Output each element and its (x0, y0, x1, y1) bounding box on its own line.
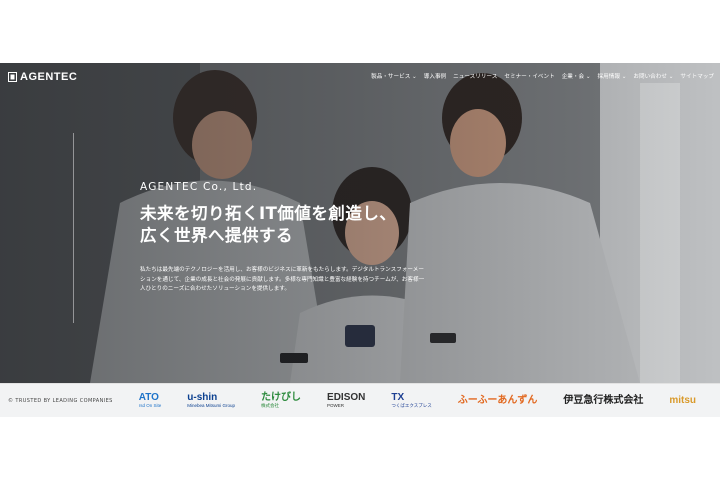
logo-text: AGENTEC (20, 71, 78, 83)
partner-logo-sub: POWER (327, 403, 345, 408)
main-menu: 製品・サービス ⌄ 導入事例 ニュースリリース セミナー・イベント 企業・会 ⌄… (371, 72, 714, 80)
partner-logo-main: mitsu (669, 394, 697, 406)
hero-headline: 未来を切り拓くIT価値を創造し、 広く世界へ提供する (140, 203, 396, 247)
partner-logo-sub: rsd On Site (138, 403, 162, 408)
hero-description: 私たちは最先端のテクノロジーを活用し、お客様のビジネスに革新をもたらします。デジ… (140, 266, 460, 295)
partner-logo: TX つくばエクスプレス (391, 391, 432, 409)
partner-logo-main: EDISON (327, 392, 366, 403)
desc-line-2: ションを通じて、企業の成長と社会の発展に貢献します。多様な専門知識と豊富な経験を… (140, 276, 425, 283)
site-logo[interactable]: AGENTEC (8, 71, 77, 83)
trusted-label: © TRUSTED BY LEADING COMPANIES (8, 398, 113, 404)
nav-item-contact[interactable]: お問い合わせ ⌄ (633, 72, 673, 80)
partner-logo-sub: 株式会社 (261, 402, 280, 408)
partner-logo: EDISON POWER (327, 392, 366, 409)
nav-item-sitemap[interactable]: サイトマップ (680, 72, 714, 80)
partner-logo-main: ふーふーあんずん (457, 394, 538, 406)
partner-logo: mitsu (669, 394, 697, 406)
partner-logo-main: TX (391, 391, 405, 403)
copyright-icon: © (8, 397, 14, 404)
trusted-companies-bar: © TRUSTED BY LEADING COMPANIES ATO rsd On… (0, 383, 720, 417)
logo-mark-icon (8, 72, 17, 82)
partner-logo-main: 伊豆急行株式会社 (563, 394, 644, 406)
nav-item-products[interactable]: 製品・サービス ⌄ (371, 72, 417, 80)
nav-item-case-studies[interactable]: 導入事例 (424, 72, 446, 80)
desc-line-1: 私たちは最先端のテクノロジーを活用し、お客様のビジネスに革新をもたらします。デジ… (140, 267, 424, 273)
partner-logo-main: u-shin (187, 392, 218, 403)
decorative-line (73, 133, 74, 323)
partner-logos: ATO rsd On Site u-shin Minebea Mitsumi Grou… (138, 391, 720, 409)
partner-logo-sub: Minebea Mitsumi Group (187, 403, 236, 408)
nav-item-company[interactable]: 企業・会 ⌄ (562, 72, 591, 80)
top-navigation: AGENTEC 製品・サービス ⌄ 導入事例 ニュースリリース セミナー・イベン… (0, 63, 720, 93)
trusted-label-text: TRUSTED BY LEADING COMPANIES (15, 397, 113, 404)
nav-item-seminars[interactable]: セミナー・イベント (504, 72, 554, 80)
partner-logo-main: ATO (138, 392, 159, 403)
partner-logo: ATO rsd On Site (138, 392, 162, 409)
partner-logo-sub: つくばエクスプレス (391, 402, 432, 408)
partner-logo: u-shin Minebea Mitsumi Group (187, 392, 236, 409)
headline-line-2: 広く世界へ提供する (140, 226, 293, 245)
nav-item-news[interactable]: ニュースリリース (453, 72, 497, 80)
partner-logo: ふーふーあんずん (457, 394, 538, 406)
nav-item-recruit[interactable]: 採用情報 ⌄ (598, 72, 627, 80)
company-name: AGENTEC Co., Ltd. (140, 181, 258, 193)
partner-logo: たけびし 株式会社 (261, 391, 302, 409)
partner-logo-main: たけびし (261, 391, 302, 403)
desc-line-3: 人ひとりのニーズに合わせたソリューションを提供します。 (140, 286, 290, 292)
headline-line-1: 未来を切り拓くIT価値を創造し、 (140, 204, 397, 223)
partner-logo: 伊豆急行株式会社 (563, 394, 644, 406)
hero-section: AGENTEC 製品・サービス ⌄ 導入事例 ニュースリリース セミナー・イベン… (0, 63, 720, 383)
